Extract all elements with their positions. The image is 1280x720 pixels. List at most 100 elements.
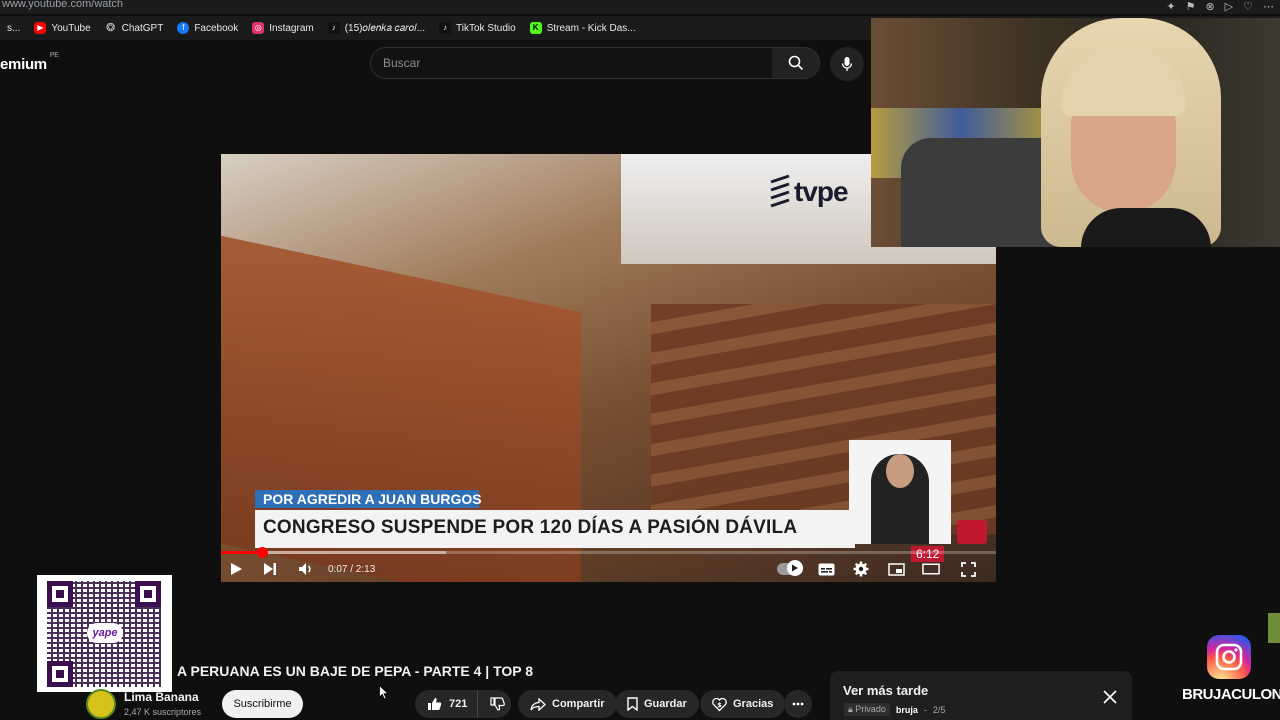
chatgpt-icon: ❂ xyxy=(106,22,116,34)
broadcaster-logo: tvpe xyxy=(769,162,879,222)
menu-icon[interactable]: ⋯ xyxy=(1263,0,1274,13)
microphone-icon xyxy=(841,57,853,71)
logo-text: emium xyxy=(0,56,47,73)
search-box xyxy=(370,47,773,79)
browser-extension-icons: ✦ ⚑ ⊗ ▷ ♡ ⋯ xyxy=(1166,0,1274,13)
autoplay-play-icon xyxy=(792,564,798,572)
instagram-icon xyxy=(1207,635,1251,679)
volume-button[interactable] xyxy=(297,560,315,578)
progress-played xyxy=(221,551,263,554)
heart-icon[interactable]: ♡ xyxy=(1243,0,1253,13)
share-label: Compartir xyxy=(552,698,605,710)
like-button[interactable]: 721 xyxy=(415,690,479,718)
news-headline: CONGRESO SUSPENDE POR 120 DÍAS A PASIÓN … xyxy=(263,517,798,538)
play-icon[interactable]: ▷ xyxy=(1225,0,1233,13)
country-code: PE xyxy=(49,52,59,59)
bookmark-label: YouTube xyxy=(51,22,91,34)
bookmark-facebook[interactable]: f Facebook xyxy=(170,22,245,34)
extension-icon[interactable]: ⚑ xyxy=(1186,0,1196,13)
more-actions-button[interactable] xyxy=(784,690,812,718)
share-button[interactable]: Compartir xyxy=(518,690,617,718)
thumbs-up-icon xyxy=(428,698,442,710)
dislike-button[interactable] xyxy=(484,690,511,718)
next-button[interactable] xyxy=(261,560,279,578)
extension-icon[interactable]: ✦ xyxy=(1166,0,1175,13)
close-icon xyxy=(1103,690,1117,704)
qr-finder xyxy=(47,661,73,687)
bookmark-label: (15)𝑜𝑙𝑒𝑛𝑘𝑎 𝑐𝑎𝑟𝑜𝑙... xyxy=(344,22,426,34)
tvpe-emblem-icon xyxy=(770,174,790,208)
settings-button[interactable] xyxy=(852,560,870,578)
privacy-label: Privado xyxy=(855,704,886,714)
play-button[interactable] xyxy=(227,560,245,578)
thanks-button[interactable]: $ Gracias xyxy=(700,690,786,718)
youtube-premium-logo[interactable]: emiumPE xyxy=(0,52,59,73)
mouse-cursor-icon xyxy=(379,684,389,705)
save-label: Guardar xyxy=(644,698,687,710)
broadcaster-name: tvpe xyxy=(794,176,849,207)
subscriber-count: 2,47 K suscriptores xyxy=(124,707,202,717)
save-button[interactable]: Guardar xyxy=(615,690,699,718)
subtitles-button[interactable] xyxy=(817,560,835,578)
close-playlist-button[interactable] xyxy=(1102,689,1118,705)
autoplay-toggle-knob[interactable] xyxy=(787,560,803,576)
news-subtitle: POR AGREDIR A JUAN BURGOS xyxy=(263,491,482,507)
channel-name[interactable]: Lima Banana xyxy=(124,690,199,704)
subtitles-icon xyxy=(818,563,834,575)
bookmark-chatgpt[interactable]: ❂ ChatGPT xyxy=(98,22,171,34)
voice-search-button[interactable] xyxy=(830,47,864,81)
bookmark-instagram[interactable]: ◎ Instagram xyxy=(245,22,320,34)
sign-language-interpreter xyxy=(849,440,951,544)
bookmark-kick[interactable]: K Stream - Kick Das... xyxy=(523,22,643,34)
play-icon xyxy=(231,563,242,575)
time-display: 0:07 / 2:13 xyxy=(328,564,376,575)
search-input[interactable] xyxy=(383,48,763,78)
tiktok-icon: ♪ xyxy=(439,22,452,34)
playlist-title[interactable]: Ver más tarde xyxy=(843,683,928,698)
theater-mode-button[interactable] xyxy=(922,560,940,578)
separator: - xyxy=(923,704,927,715)
like-dislike-group: 721 xyxy=(415,690,511,718)
lock-icon: 🔒︎ xyxy=(848,704,853,714)
search-button[interactable] xyxy=(772,47,820,79)
super-thanks-icon: $ xyxy=(712,697,727,711)
tiktok-icon: ♪ xyxy=(327,22,340,34)
webcam-overlay xyxy=(871,18,1280,247)
instagram-handle: BRUJACULONA xyxy=(1182,686,1280,703)
bookmark-label: s... xyxy=(7,22,21,34)
bookmark-label: Stream - Kick Das... xyxy=(546,22,636,34)
fullscreen-icon xyxy=(960,561,976,577)
subscribe-button[interactable]: Suscribirme xyxy=(222,690,303,718)
fullscreen-button[interactable] xyxy=(959,560,977,578)
bookmark-label: TikTok Studio xyxy=(456,22,516,34)
miniplayer-button[interactable] xyxy=(887,560,905,578)
instagram-icon: ◎ xyxy=(252,22,265,34)
stream-overlay-edge xyxy=(1268,613,1280,643)
miniplayer-icon xyxy=(887,562,905,576)
channel-bug xyxy=(957,520,987,544)
like-count: 721 xyxy=(449,698,468,710)
microphone xyxy=(1081,208,1211,247)
facebook-icon: f xyxy=(177,22,190,34)
playlist-owner[interactable]: bruja xyxy=(896,705,918,715)
browser-url-bar[interactable]: www.youtube.com/watch ✦ ⚑ ⊗ ▷ ♡ ⋯ xyxy=(0,0,1280,14)
video-title: A PERUANA ES UN BAJE DE PEPA - PARTE 4 |… xyxy=(177,663,534,679)
svg-text:$: $ xyxy=(717,701,722,709)
channel-avatar[interactable] xyxy=(86,689,116,719)
bookmark-label: Instagram xyxy=(269,22,314,34)
theater-icon xyxy=(922,563,940,575)
url-text[interactable]: www.youtube.com/watch xyxy=(2,0,123,10)
bookmark-tiktok-studio[interactable]: ♪ TikTok Studio xyxy=(432,22,523,34)
playlist-panel[interactable]: Ver más tarde 🔒︎ Privado bruja - 2/5 xyxy=(830,671,1132,720)
bookmark-icon xyxy=(627,697,638,711)
playlist-meta: 🔒︎ Privado bruja - 2/5 xyxy=(844,703,945,716)
bookmark-tiktok-profile[interactable]: ♪ (15)𝑜𝑙𝑒𝑛𝑘𝑎 𝑐𝑎𝑟𝑜𝑙... xyxy=(321,22,432,34)
playlist-position: 2/5 xyxy=(932,704,946,715)
gear-icon xyxy=(853,561,869,577)
bookmark-youtube[interactable]: ▶ YouTube xyxy=(27,22,97,34)
extension-icon[interactable]: ⊗ xyxy=(1205,0,1214,13)
bookmark-item[interactable]: s... xyxy=(0,23,27,34)
thanks-label: Gracias xyxy=(733,698,774,710)
qr-finder xyxy=(47,581,73,607)
share-icon xyxy=(530,697,546,711)
